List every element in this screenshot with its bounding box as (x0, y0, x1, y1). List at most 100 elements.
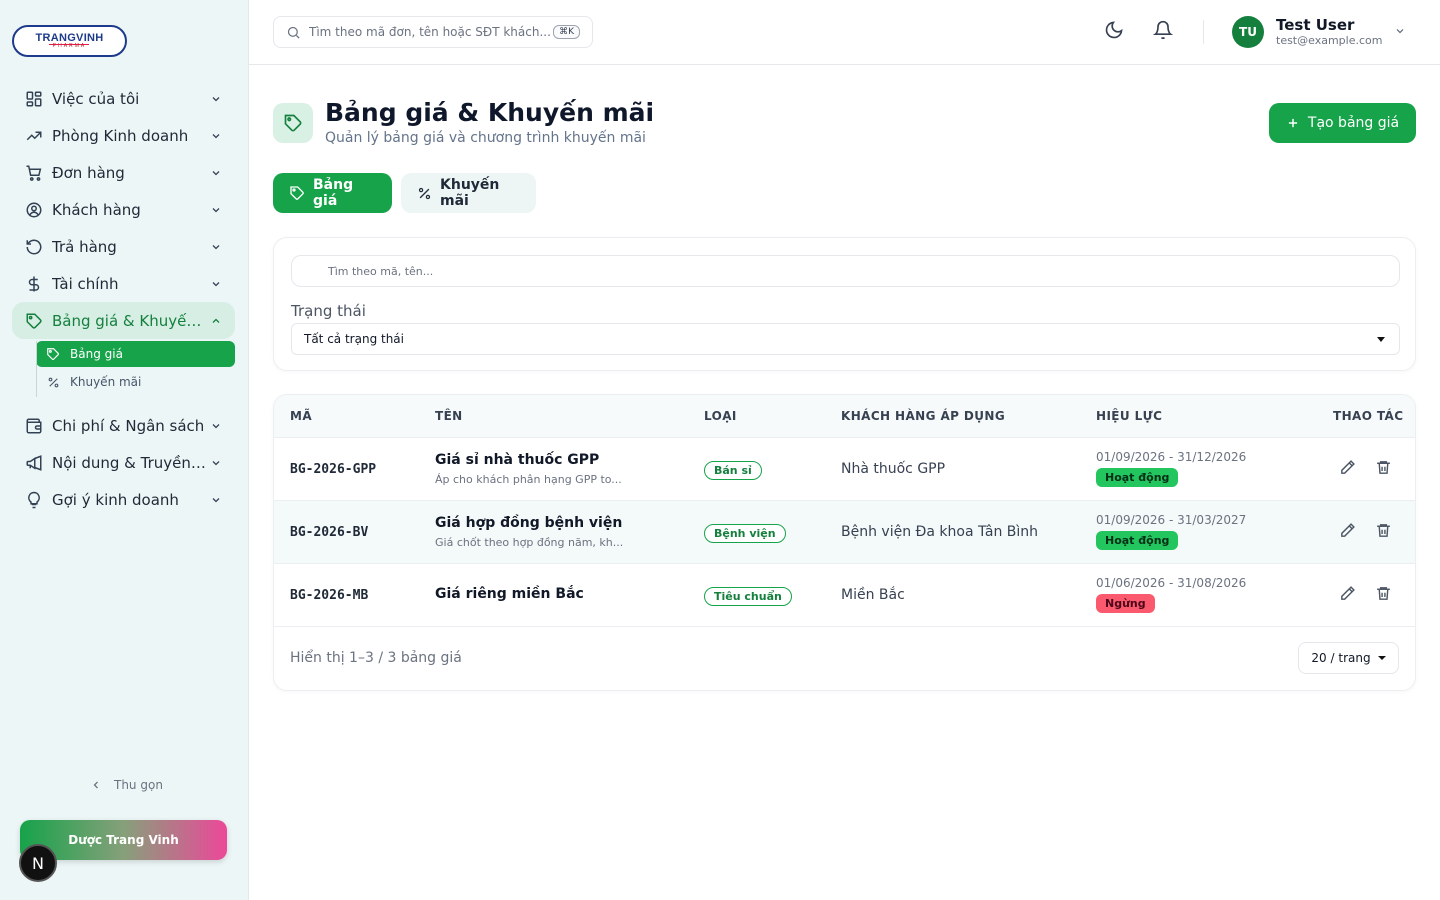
caret-down-icon (1377, 656, 1386, 660)
row-description: Áp cho khách phân hạng GPP to... (435, 473, 622, 486)
table-row[interactable]: BG-2026-MB Giá riêng miền Bắc Tiêu chuẩn… (274, 564, 1415, 627)
sidebar-subitem-khuyen-mai[interactable]: Khuyến mãi (36, 369, 235, 395)
chevron-down-icon (209, 130, 223, 142)
chevron-down-icon[interactable] (1394, 25, 1406, 37)
create-price-list-button[interactable]: Tạo bảng giá (1269, 103, 1416, 143)
trash-icon[interactable] (1375, 459, 1392, 476)
sidebar-item-bang-gia-khuyen-mai[interactable]: Bảng giá & Khuyến mãi (12, 302, 235, 339)
page-title: Bảng giá & Khuyến mãi (325, 98, 655, 127)
moon-icon[interactable] (1104, 20, 1124, 40)
chevron-down-icon (209, 457, 223, 469)
plus-icon (1286, 116, 1300, 130)
table-header: MÃ TÊN LOẠI KHÁCH HÀNG ÁP DỤNG HIỆU LỰC … (274, 395, 1415, 438)
table-row[interactable]: BG-2026-BV Giá hợp đồng bệnh viện Giá ch… (274, 501, 1415, 564)
shortcut-badge: ⌘K (553, 25, 580, 39)
brand-logo[interactable]: TRANGVINH PHARMA (12, 25, 127, 57)
sidebar-item-label: Tài chính (52, 274, 119, 293)
status-filter-value: Tất cả trạng thái (304, 332, 404, 346)
chevron-up-icon (209, 315, 223, 327)
megaphone-icon (24, 453, 44, 473)
page-size-select[interactable]: 20 / trang (1298, 642, 1399, 674)
chevron-down-icon (209, 278, 223, 290)
row-period: 01/09/2026 - 31/12/2026 (1096, 450, 1247, 464)
sidebar-item-label: Trả hàng (52, 237, 117, 256)
row-code: BG-2026-MB (290, 588, 369, 603)
sidebar-item-label: Đơn hàng (52, 163, 125, 182)
table-row[interactable]: BG-2026-GPP Giá sỉ nhà thuốc GPP Áp cho … (274, 438, 1415, 501)
column-header-code: MÃ (290, 409, 313, 423)
sidebar-subitem-label: Khuyến mãi (70, 375, 142, 389)
row-name: Giá hợp đồng bệnh viện (435, 515, 623, 531)
sidebar-item-don-hang[interactable]: Đơn hàng (12, 154, 235, 191)
type-badge: Tiêu chuẩn (704, 587, 792, 606)
sidebar-item-noi-dung-truyen-thong[interactable]: Nội dung & Truyền thông (12, 444, 235, 481)
bell-icon[interactable] (1153, 20, 1173, 40)
sidebar-item-tai-chinh[interactable]: Tài chính (12, 265, 235, 302)
tab-bang-gia[interactable]: Bảng giá (273, 173, 392, 213)
sidebar-item-label: Chi phí & Ngân sách (52, 416, 205, 435)
row-period: 01/09/2026 - 31/03/2027 (1096, 513, 1247, 527)
user-email: test@example.com (1276, 34, 1383, 47)
tab-label: Bảng giá (313, 177, 354, 209)
row-code: BG-2026-BV (290, 525, 369, 540)
tab-label: Khuyến mãi (440, 177, 500, 209)
logo-underline (49, 44, 89, 45)
sidebar-item-phong-kinh-doanh[interactable]: Phòng Kinh doanh (12, 117, 235, 154)
column-header-actions: THAO TÁC (1333, 409, 1404, 423)
sidebar-item-chi-phi-ngan-sach[interactable]: Chi phí & Ngân sách (12, 407, 235, 444)
collapse-label: Thu gọn (114, 778, 163, 792)
trash-icon[interactable] (1375, 522, 1392, 539)
sidebar-subitem-label: Bảng giá (70, 347, 123, 361)
pagination-summary: Hiển thị 1–3 / 3 bảng giá (290, 650, 462, 666)
edit-icon[interactable] (1339, 522, 1356, 539)
filter-search-input[interactable]: Tìm theo mã, tên... (291, 255, 1400, 287)
trash-icon[interactable] (1375, 585, 1392, 602)
trending-up-icon (24, 126, 44, 146)
filter-card: Tìm theo mã, tên... Trạng thái Tất cả tr… (273, 237, 1416, 371)
sidebar-nav: Việc của tôi Phòng Kinh doanh Đơn hàng K… (12, 80, 235, 518)
n-badge-icon[interactable]: N (19, 844, 57, 882)
column-header-customer: KHÁCH HÀNG ÁP DỤNG (841, 409, 1006, 423)
tag-icon (46, 347, 60, 361)
column-header-name: TÊN (435, 409, 463, 423)
submenu-bang-gia-khuyen-mai: Bảng giá Khuyến mãi (36, 341, 235, 407)
user-name[interactable]: Test User (1276, 16, 1354, 34)
sidebar: TRANGVINH PHARMA Việc của tôi Phòng Kinh… (0, 0, 249, 900)
sidebar-item-viec-cua-toi[interactable]: Việc của tôi (12, 80, 235, 117)
collapse-sidebar-button[interactable]: Thu gọn (90, 778, 163, 792)
search-placeholder: Tìm theo mã đơn, tên hoặc SĐT khách... (309, 25, 551, 39)
global-search-input[interactable]: Tìm theo mã đơn, tên hoặc SĐT khách... ⌘… (273, 16, 593, 48)
status-badge: Hoạt động (1096, 468, 1179, 487)
status-filter-select[interactable]: Tất cả trạng thái (291, 323, 1400, 355)
edit-icon[interactable] (1339, 459, 1356, 476)
row-customer: Nhà thuốc GPP (841, 461, 946, 477)
cart-icon (24, 163, 44, 183)
chevron-down-icon (209, 93, 223, 105)
grid-icon (24, 89, 44, 109)
sidebar-item-label: Khách hàng (52, 200, 141, 219)
sidebar-item-khach-hang[interactable]: Khách hàng (12, 191, 235, 228)
page-tag-icon (273, 103, 313, 143)
row-period: 01/06/2026 - 31/08/2026 (1096, 576, 1247, 590)
sidebar-item-goi-y-kinh-doanh[interactable]: Gợi ý kinh doanh (12, 481, 235, 518)
chevron-down-icon (209, 204, 223, 216)
percent-icon (46, 375, 60, 389)
sidebar-item-label: Gợi ý kinh doanh (52, 490, 179, 509)
row-code: BG-2026-GPP (290, 462, 377, 477)
sidebar-item-tra-hang[interactable]: Trả hàng (12, 228, 235, 265)
status-filter-label: Trạng thái (291, 302, 366, 320)
tab-khuyen-mai[interactable]: Khuyến mãi (401, 173, 536, 213)
sidebar-subitem-bang-gia[interactable]: Bảng giá (36, 341, 235, 367)
chevron-down-icon (209, 420, 223, 432)
percent-icon (417, 186, 432, 201)
edit-icon[interactable] (1339, 585, 1356, 602)
row-description: Giá chốt theo hợp đồng năm, kh... (435, 536, 624, 549)
avatar[interactable]: TU (1232, 16, 1264, 48)
status-badge: Ngừng (1096, 594, 1155, 613)
price-list-table: MÃ TÊN LOẠI KHÁCH HÀNG ÁP DỤNG HIỆU LỰC … (273, 394, 1416, 691)
sidebar-item-label: Việc của tôi (52, 89, 140, 108)
page-subtitle: Quản lý bảng giá và chương trình khuyến … (325, 130, 646, 146)
sidebar-item-label: Nội dung & Truyền thông (52, 453, 209, 472)
type-badge: Bán sỉ (704, 461, 762, 480)
page-size-value: 20 / trang (1311, 651, 1371, 665)
